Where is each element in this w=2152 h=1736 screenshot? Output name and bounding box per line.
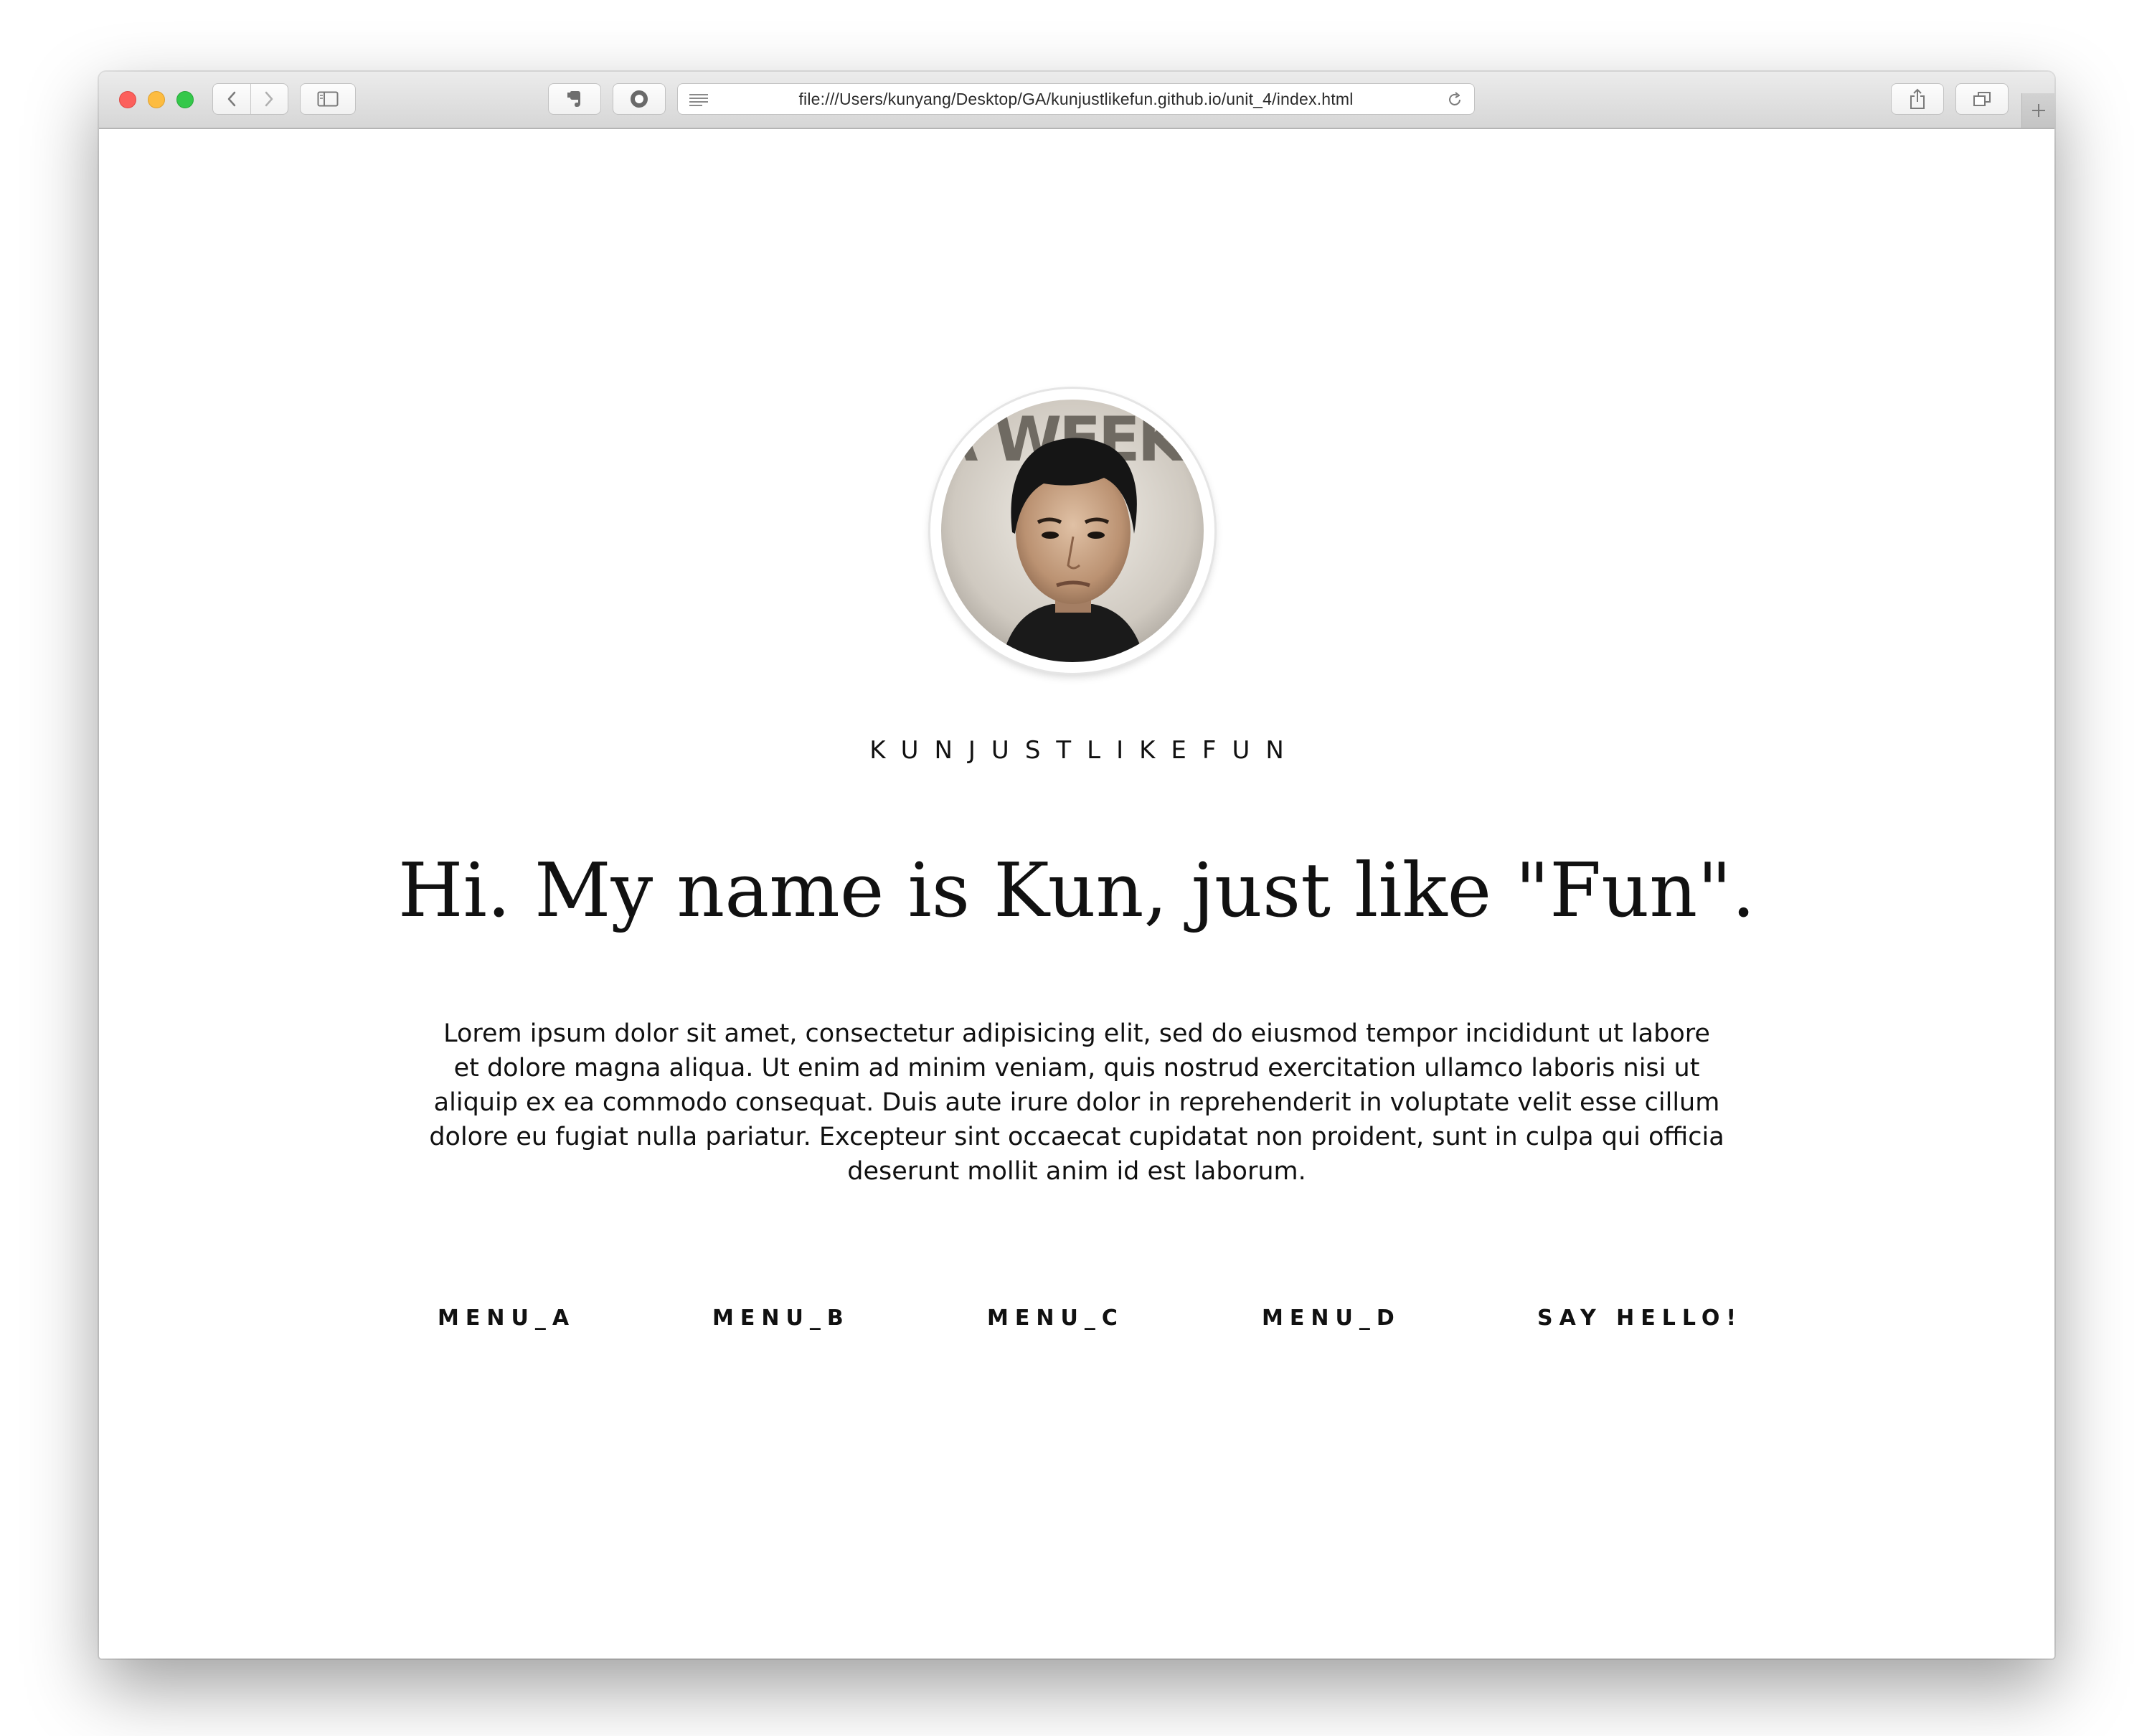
page-title: Hi. My name is Kun, just like "Fun". [397,846,1756,934]
plus-icon [2032,104,2045,117]
tabs-overview-icon [1973,92,1991,106]
site-brand: KUNJUSTLIKEFUN [869,736,1300,765]
url-text[interactable]: file:///Users/kunyang/Desktop/GA/kunjust… [678,84,1474,114]
evernote-icon [567,91,580,107]
chevron-left-icon [227,91,235,107]
browser-toolbar: file:///Users/kunyang/Desktop/GA/kunjust… [99,72,2054,129]
evernote-extension-button[interactable] [548,83,601,115]
show-tabs-button[interactable] [1955,83,2009,115]
nav-link-menu-b[interactable]: MENU_B [712,1306,850,1331]
record-icon [631,90,648,108]
sidebar-icon [317,91,339,107]
back-button[interactable] [213,84,250,114]
nav-link-say-hello[interactable]: SAY HELLO! [1537,1306,1742,1331]
record-extension-button[interactable] [613,83,666,115]
address-bar[interactable]: file:///Users/kunyang/Desktop/GA/kunjust… [677,83,1475,115]
intro-paragraph: Lorem ipsum dolor sit amet, consectetur … [429,1019,1724,1186]
nav-link-menu-c[interactable]: MENU_C [987,1306,1124,1331]
forward-button[interactable] [250,84,288,114]
reload-icon[interactable] [1447,92,1463,108]
new-tab-button[interactable] [2021,93,2054,128]
share-button[interactable] [1891,83,1944,115]
navigation-buttons [212,83,288,115]
close-window-button[interactable] [119,91,136,108]
nav-link-menu-a[interactable]: MENU_A [438,1306,575,1331]
browser-window: file:///Users/kunyang/Desktop/GA/kunjust… [99,72,2054,1659]
share-icon [1910,88,1925,109]
profile-avatar: LA WEEKLY [930,389,1214,673]
avatar-portrait: LA WEEKLY [940,398,1205,664]
nav-link-menu-d[interactable]: MENU_D [1262,1306,1401,1331]
minimize-window-button[interactable] [148,91,165,108]
page-content: LA WEEKLY KUNJUSTLIKEFUN Hi. My name is … [99,129,2054,1659]
zoom-window-button[interactable] [176,91,194,108]
sidebar-toggle-button[interactable] [300,83,356,115]
chevron-right-icon [265,91,273,107]
